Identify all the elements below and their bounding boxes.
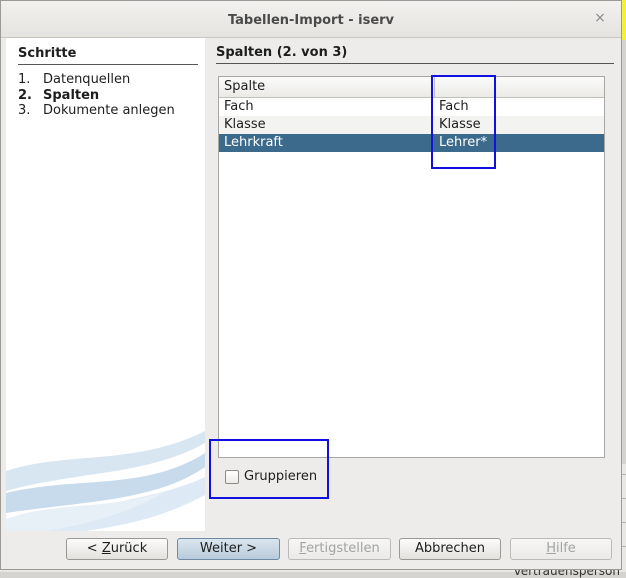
table-row-selected[interactable]: Lehrkraft Lehrer* <box>219 134 604 152</box>
table-header: Spalte <box>219 77 604 98</box>
step-label: Datenquellen <box>43 72 131 87</box>
annotation-box-group <box>209 439 329 499</box>
dialog-title: Tabellen-Import - iserv <box>227 13 395 28</box>
cell-source-column: Fach <box>224 99 254 114</box>
table-import-dialog: Tabellen-Import - iserv × Schritte 1. Dat… <box>0 0 622 570</box>
back-button-mnemonic: Z <box>101 541 111 556</box>
steps-panel: Schritte 1. Datenquellen 2. Spalten 3. Doku… <box>6 38 205 531</box>
step-number: 3. <box>18 103 31 118</box>
button-bar: < Zurück Weiter > Fertigstellen Abbreche… <box>1 531 621 569</box>
back-button-prefix: < <box>86 541 102 556</box>
steps-list: 1. Datenquellen 2. Spalten 3. Dokumente anl… <box>18 72 175 119</box>
dialog-titlebar[interactable]: Tabellen-Import - iserv × <box>1 1 621 38</box>
annotation-box-mapping <box>431 75 496 169</box>
column-header-spalte[interactable]: Spalte <box>224 79 265 95</box>
help-button-label: ilfe <box>555 541 576 556</box>
cell-source-column: Klasse <box>224 117 266 132</box>
step-label: Spalten <box>43 87 100 103</box>
help-button-mnemonic: H <box>546 541 556 556</box>
step-number: 2. <box>18 87 32 103</box>
help-button[interactable]: Hilfe <box>510 538 612 560</box>
decorative-swoosh-image <box>6 431 205 531</box>
finish-button[interactable]: Fertigstellen <box>288 538 391 560</box>
finish-button-label: ertigstellen <box>306 541 380 556</box>
next-button[interactable]: Weiter > <box>177 538 280 560</box>
step-item-spalten[interactable]: 2. Spalten <box>18 88 175 104</box>
cancel-button[interactable]: Abbrechen <box>399 538 501 560</box>
column-mapping-table[interactable]: Spalte Fach Fach Klasse Klasse Lehrkraft… <box>218 76 605 458</box>
step-label: Dokumente anlegen <box>43 103 175 118</box>
close-icon[interactable]: × <box>593 11 607 25</box>
back-button-label: urück <box>110 541 148 556</box>
step-number: 1. <box>18 72 31 87</box>
page-title: Spalten (2. von 3) <box>216 45 614 64</box>
cell-source-column: Lehrkraft <box>224 135 283 150</box>
table-row[interactable]: Klasse Klasse <box>219 116 604 134</box>
step-item-datenquellen[interactable]: 1. Datenquellen <box>18 72 175 88</box>
steps-title: Schritte <box>18 46 198 65</box>
table-row[interactable]: Fach Fach <box>219 98 604 116</box>
step-item-dokumente-anlegen[interactable]: 3. Dokumente anlegen <box>18 103 175 119</box>
back-button[interactable]: < Zurück <box>66 538 168 560</box>
